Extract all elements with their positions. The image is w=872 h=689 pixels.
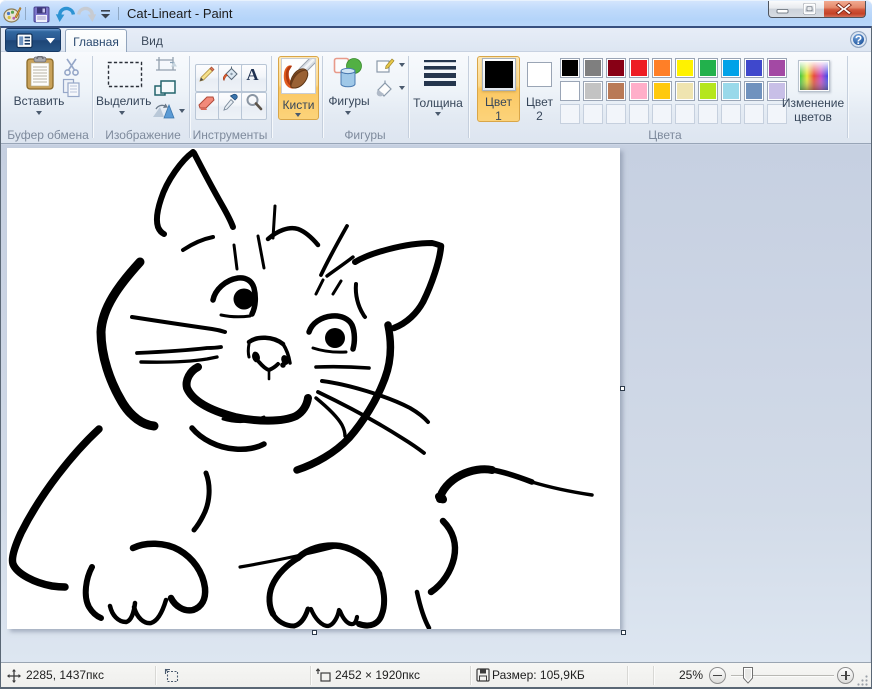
svg-text:A: A	[246, 65, 259, 83]
